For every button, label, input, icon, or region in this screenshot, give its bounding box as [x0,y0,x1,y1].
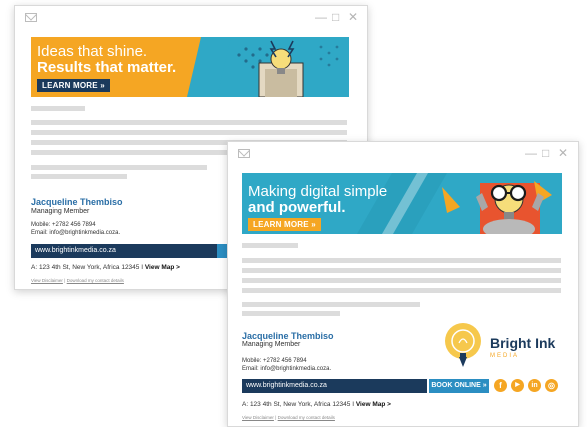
placeholder-line [31,120,347,125]
window-titlebar: — □ ✕ [228,142,578,166]
placeholder-line [242,278,561,283]
address-text: A: 123 4th St, New York, Africa 12345 [242,401,351,408]
banner-subheadline: Results that matter. [37,59,177,76]
view-map-link[interactable]: View Map > [145,264,180,271]
placeholder-line [31,130,347,135]
view-disclaimer-link[interactable]: View Disclaimer [242,415,274,420]
window-titlebar: — □ ✕ [15,6,367,30]
placeholder-line [31,174,127,179]
banner-subheadline: and powerful. [248,199,346,216]
placeholder-line [242,243,298,248]
address-text: A: 123 4th St, New York, Africa 12345 [31,264,140,271]
signature-name: Jacqueline Thembiso [31,197,123,207]
placeholder-line [31,106,85,111]
promo-banner[interactable]: Making digital simple and powerful. LEAR… [242,173,562,234]
banner-headline: Ideas that shine. [37,43,148,60]
placeholder-line [242,311,340,316]
banner-headline: Making digital simple [248,183,388,200]
close-button[interactable]: ✕ [348,10,358,24]
close-button[interactable]: ✕ [558,146,568,160]
placeholder-line [242,302,420,307]
footer-links: View Disclaimer | Download my contact de… [242,415,335,420]
youtube-icon[interactable]: ▶ [511,379,524,392]
view-map-link[interactable]: View Map > [356,401,391,408]
maximize-button[interactable]: □ [542,146,549,160]
signature-address: A: 123 4th St, New York, Africa 12345 I … [242,401,391,408]
signature-name: Jacqueline Thembiso [242,331,334,341]
brand-name: Bright Ink [490,335,556,351]
placeholder-line [242,258,561,263]
signature-address: A: 123 4th St, New York, Africa 12345 I … [31,264,180,271]
minimize-button[interactable]: — [525,146,537,160]
facebook-icon[interactable]: f [494,379,507,392]
instagram-icon[interactable]: ◎ [545,379,558,392]
download-contact-link[interactable]: Download my contact details [67,278,124,283]
view-disclaimer-link[interactable]: View Disclaimer [31,278,63,283]
placeholder-line [242,288,561,293]
download-contact-link[interactable]: Download my contact details [278,415,335,420]
website-link[interactable]: www.brightinkmedia.co.za [242,379,427,393]
address-separator: I [141,264,144,271]
learn-more-button[interactable]: LEARN MORE » [37,79,110,92]
learn-more-button[interactable]: LEARN MORE » [248,218,321,231]
signature-email[interactable]: Email: info@brightinkmedia.coza. [242,365,331,374]
minimize-button[interactable]: — [315,10,327,24]
linkedin-icon[interactable]: in [528,379,541,392]
signature-role: Managing Member [242,341,301,348]
link-separator: | [64,278,66,283]
promo-banner[interactable]: Ideas that shine. Results that matter. L… [31,37,349,97]
brand-subtitle: MEDIA [490,353,520,359]
website-link[interactable]: www.brightinkmedia.co.za [31,244,217,258]
address-separator: I [352,401,355,408]
book-online-button[interactable]: BOOK ONLINE » [429,379,489,393]
bright-ink-logo-icon [445,323,481,367]
mail-icon [25,13,37,22]
signature-role: Managing Member [31,208,90,215]
signature-email[interactable]: Email: info@brightinkmedia.coza. [31,229,120,238]
placeholder-line [31,165,207,170]
link-separator: | [275,415,277,420]
mail-icon [238,149,250,158]
footer-links: View Disclaimer | Download my contact de… [31,278,124,283]
maximize-button[interactable]: □ [332,10,339,24]
email-preview-window-2: — □ ✕ Making digital simple and powerful… [227,141,579,427]
placeholder-line [242,268,561,273]
